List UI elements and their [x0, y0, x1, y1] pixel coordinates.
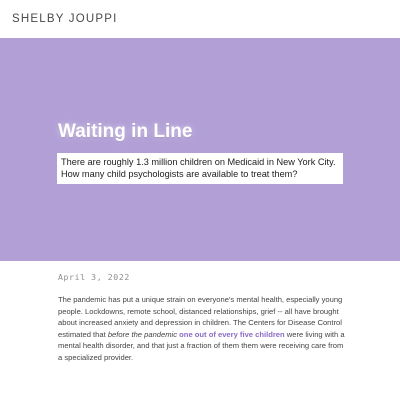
article-paragraph: The pandemic has put a unique strain on …	[58, 294, 348, 364]
article: April 3, 2022 The pandemic has put a uni…	[58, 272, 348, 364]
hero-subtitle-line-2: How many child psychologists are availab…	[61, 169, 298, 179]
cdc-statistic-link[interactable]: one out of every five children	[179, 330, 285, 339]
paragraph-emphasis: before the pandemic	[107, 329, 178, 339]
site-title-link[interactable]: SHELBY JOUPPI	[12, 13, 118, 25]
page: SHELBY JOUPPI Waiting in Line There are …	[0, 0, 400, 400]
site-header: SHELBY JOUPPI	[0, 0, 400, 38]
hero-subtitle: There are roughly 1.3 million children o…	[57, 153, 343, 184]
article-date: April 3, 2022	[58, 272, 130, 282]
hero-title: Waiting in Line	[58, 121, 193, 142]
hero-banner: Waiting in Line There are roughly 1.3 mi…	[0, 38, 400, 261]
hero-subtitle-line-1: There are roughly 1.3 million children o…	[61, 157, 336, 167]
